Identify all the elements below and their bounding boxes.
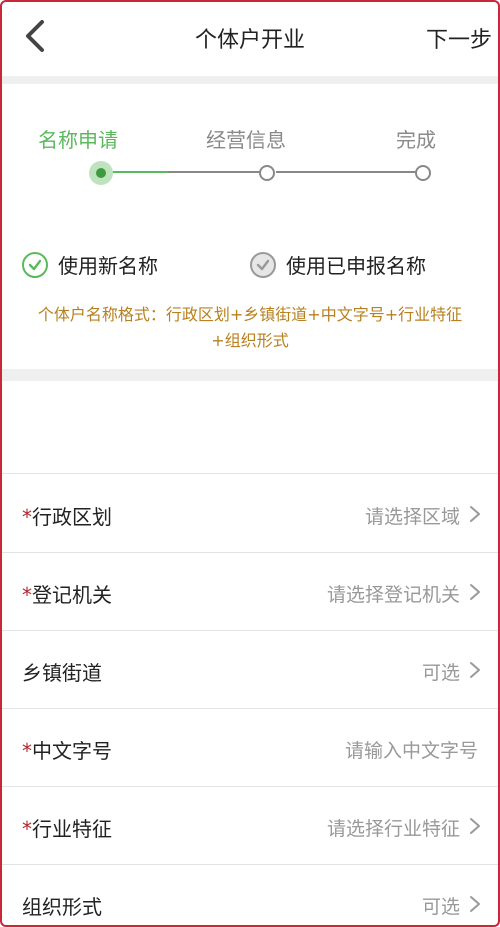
step-line-pending-2 (276, 171, 416, 173)
row-value: 可选 (421, 662, 460, 684)
form-row-admin-division[interactable]: *行政区划 请选择区域 (0, 475, 500, 553)
required-mark: * (22, 583, 32, 607)
chevron-right-icon (470, 506, 480, 522)
step-line-done (112, 171, 168, 173)
row-value: 请选择区域 (364, 506, 460, 528)
row-label: 登记机关 (32, 583, 112, 607)
option-existing-name[interactable]: 使用已申报名称 (250, 250, 426, 279)
nav-bar: 个体户开业 下一步 (0, 0, 500, 76)
check-circle-icon (22, 251, 48, 278)
row-value: 可选 (421, 896, 460, 918)
step-label-business-info: 经营信息 (206, 128, 286, 152)
next-step-button[interactable]: 下一步 (426, 22, 492, 54)
chinese-name-input[interactable]: 请输入中文字号 (345, 736, 478, 763)
form-row-organization-form[interactable]: 组织形式 可选 (0, 865, 500, 927)
form-row-registration-authority[interactable]: *登记机关 请选择登记机关 (0, 553, 500, 631)
row-value: 请选择行业特征 (326, 818, 460, 840)
row-label: 行业特征 (32, 817, 112, 841)
required-mark: * (22, 505, 32, 529)
row-label: 乡镇街道 (22, 661, 102, 685)
option-new-name-label: 使用新名称 (58, 254, 158, 278)
chevron-right-icon (470, 584, 480, 600)
blank-area (0, 381, 500, 474)
row-label: 组织形式 (22, 895, 102, 919)
step-dot-business-info (259, 165, 275, 181)
form-row-industry-feature[interactable]: *行业特征 请选择行业特征 (0, 787, 500, 865)
form-row-township-street[interactable]: 乡镇街道 可选 (0, 631, 500, 709)
step-progress-section: 名称申请 经营信息 完成 使用新名称 使用已申报名称 个体户名称格式：行政区划+… (0, 84, 500, 369)
name-format-tip-line1: 个体户名称格式：行政区划+乡镇街道+中文字号+行业特征 (37, 305, 463, 324)
required-mark: * (22, 739, 32, 763)
step-dot-complete (415, 165, 431, 181)
chevron-right-icon (470, 662, 480, 678)
step-line-pending-1 (168, 171, 260, 173)
row-label: 中文字号 (32, 739, 112, 763)
name-format-tip: 个体户名称格式：行政区划+乡镇街道+中文字号+行业特征 +组织形式 (0, 302, 500, 354)
section-divider (0, 369, 500, 381)
section-divider (0, 76, 500, 84)
step-label-complete: 完成 (396, 128, 436, 152)
step-label-name-apply: 名称申请 (38, 128, 118, 152)
option-existing-name-label: 使用已申报名称 (286, 254, 426, 278)
step-dot-active-center (96, 168, 106, 178)
name-format-tip-line2: +组织形式 (211, 331, 289, 350)
required-mark: * (22, 817, 32, 841)
option-new-name[interactable]: 使用新名称 (22, 250, 158, 279)
chevron-right-icon (470, 818, 480, 834)
row-value: 请选择登记机关 (326, 584, 460, 606)
chevron-right-icon (470, 896, 480, 912)
check-circle-icon (250, 251, 276, 278)
form-row-chinese-name[interactable]: *中文字号 请输入中文字号 (0, 709, 500, 787)
row-label: 行政区划 (32, 505, 112, 529)
